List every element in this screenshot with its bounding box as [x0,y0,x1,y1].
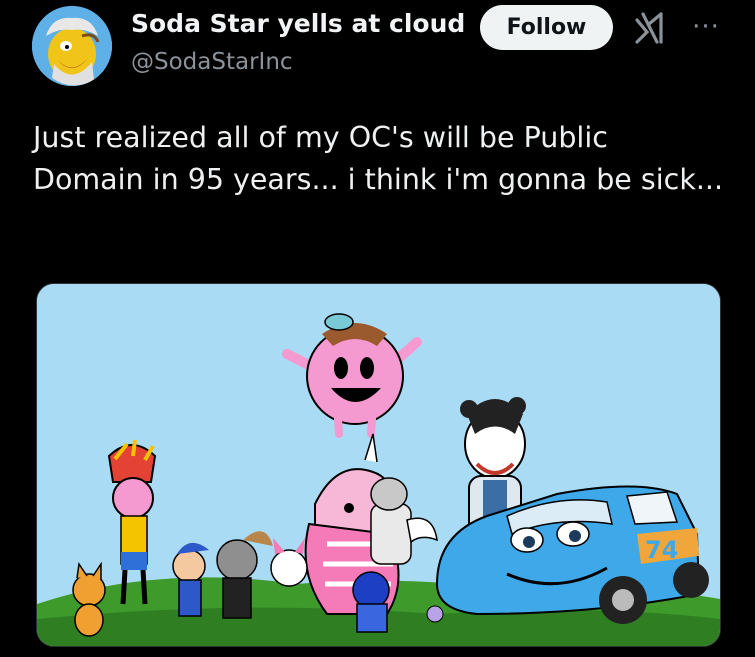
cartoon-old-man-avatar-icon [32,6,112,86]
post-media-image[interactable]: 74 [36,283,721,647]
tweet-post: Soda Star yells at cloud @SodaStarInc Fo… [0,0,755,657]
grok-icon[interactable] [633,10,669,46]
post-text: Just realized all of my OC's will be Pub… [33,121,723,196]
author-display-name[interactable]: Soda Star yells at cloud [131,9,465,38]
author-avatar[interactable] [32,6,112,86]
cartoon-characters-group-image: 74 [37,284,720,646]
car-number-text: 74 [645,536,678,564]
more-options-icon[interactable]: ··· [686,12,726,42]
follow-button[interactable]: Follow [480,5,613,50]
author-handle[interactable]: @SodaStarInc [131,49,293,75]
